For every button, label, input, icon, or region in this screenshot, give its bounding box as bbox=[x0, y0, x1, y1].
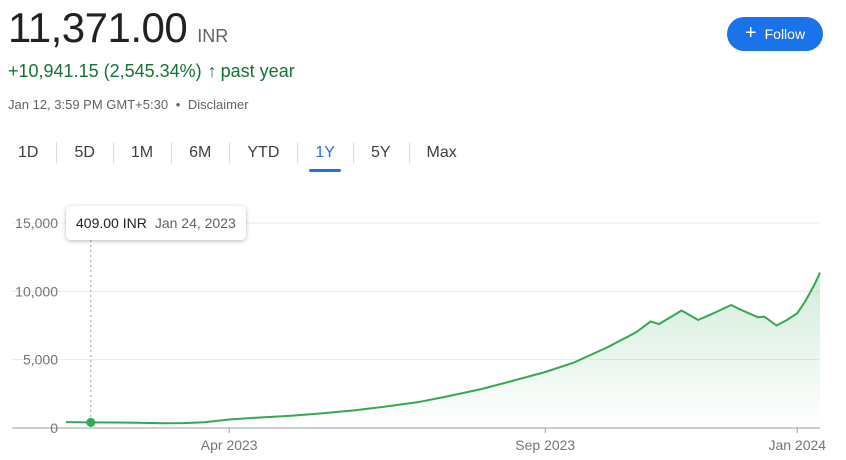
y-tick-label: 5,000 bbox=[23, 352, 58, 368]
x-tick-label: Apr 2023 bbox=[201, 437, 258, 453]
arrow-up-icon: ↑ bbox=[207, 61, 217, 81]
tab-label: 5D bbox=[74, 144, 95, 161]
tab-label: YTD bbox=[247, 144, 280, 161]
price-change: +10,941.15 (2,545.34%) ↑ past year bbox=[8, 61, 295, 82]
x-tick-label: Sep 2023 bbox=[515, 437, 575, 453]
tab-label: 1M bbox=[130, 144, 154, 161]
chart-tooltip: 409.00 INR Jan 24, 2023 bbox=[66, 206, 246, 240]
tab-1y[interactable]: 1Y bbox=[297, 136, 353, 170]
selected-point bbox=[86, 417, 96, 427]
tab-label: Max bbox=[426, 144, 457, 161]
follow-button[interactable]: + Follow bbox=[727, 17, 823, 51]
meta-separator: • bbox=[175, 97, 181, 112]
currency-label: INR bbox=[197, 26, 229, 46]
tab-5y[interactable]: 5Y bbox=[352, 136, 409, 170]
change-amount: +10,941.15 bbox=[8, 61, 99, 81]
x-tick-label: Jan 2024 bbox=[768, 437, 826, 453]
tooltip-date: Jan 24, 2023 bbox=[154, 215, 236, 231]
range-tabs: 1D 5D 1M 6M YTD 1Y 5Y Max bbox=[0, 136, 475, 170]
tab-label: 6M bbox=[189, 144, 212, 161]
y-tick-label: 10,000 bbox=[15, 283, 58, 299]
price-row: 11,371.00 INR bbox=[8, 4, 228, 52]
change-period: past year bbox=[220, 61, 295, 81]
tab-5d[interactable]: 5D bbox=[56, 136, 112, 170]
tab-1m[interactable]: 1M bbox=[112, 136, 171, 170]
change-percent: (2,545.34%) bbox=[103, 61, 202, 81]
tab-6m[interactable]: 6M bbox=[171, 136, 229, 170]
y-tick-label: 15,000 bbox=[15, 215, 58, 231]
current-price: 11,371.00 bbox=[8, 4, 188, 51]
disclaimer-link[interactable]: Disclaimer bbox=[188, 97, 249, 112]
tooltip-value: 409.00 INR bbox=[76, 215, 147, 231]
tab-ytd[interactable]: YTD bbox=[229, 136, 297, 170]
quote-meta: Jan 12, 3:59 PM GMT+5:30 • Disclaimer bbox=[8, 97, 249, 112]
quote-timestamp: Jan 12, 3:59 PM GMT+5:30 bbox=[8, 97, 169, 112]
y-tick-label: 0 bbox=[50, 420, 58, 436]
tab-label: 1D bbox=[18, 144, 39, 161]
tab-1d[interactable]: 1D bbox=[0, 136, 56, 170]
follow-button-label: Follow bbox=[764, 26, 806, 42]
tab-max[interactable]: Max bbox=[408, 136, 475, 170]
tab-label: 1Y bbox=[315, 144, 335, 161]
price-area bbox=[66, 272, 820, 428]
plus-icon: + bbox=[744, 22, 757, 44]
tab-label: 5Y bbox=[370, 144, 391, 161]
